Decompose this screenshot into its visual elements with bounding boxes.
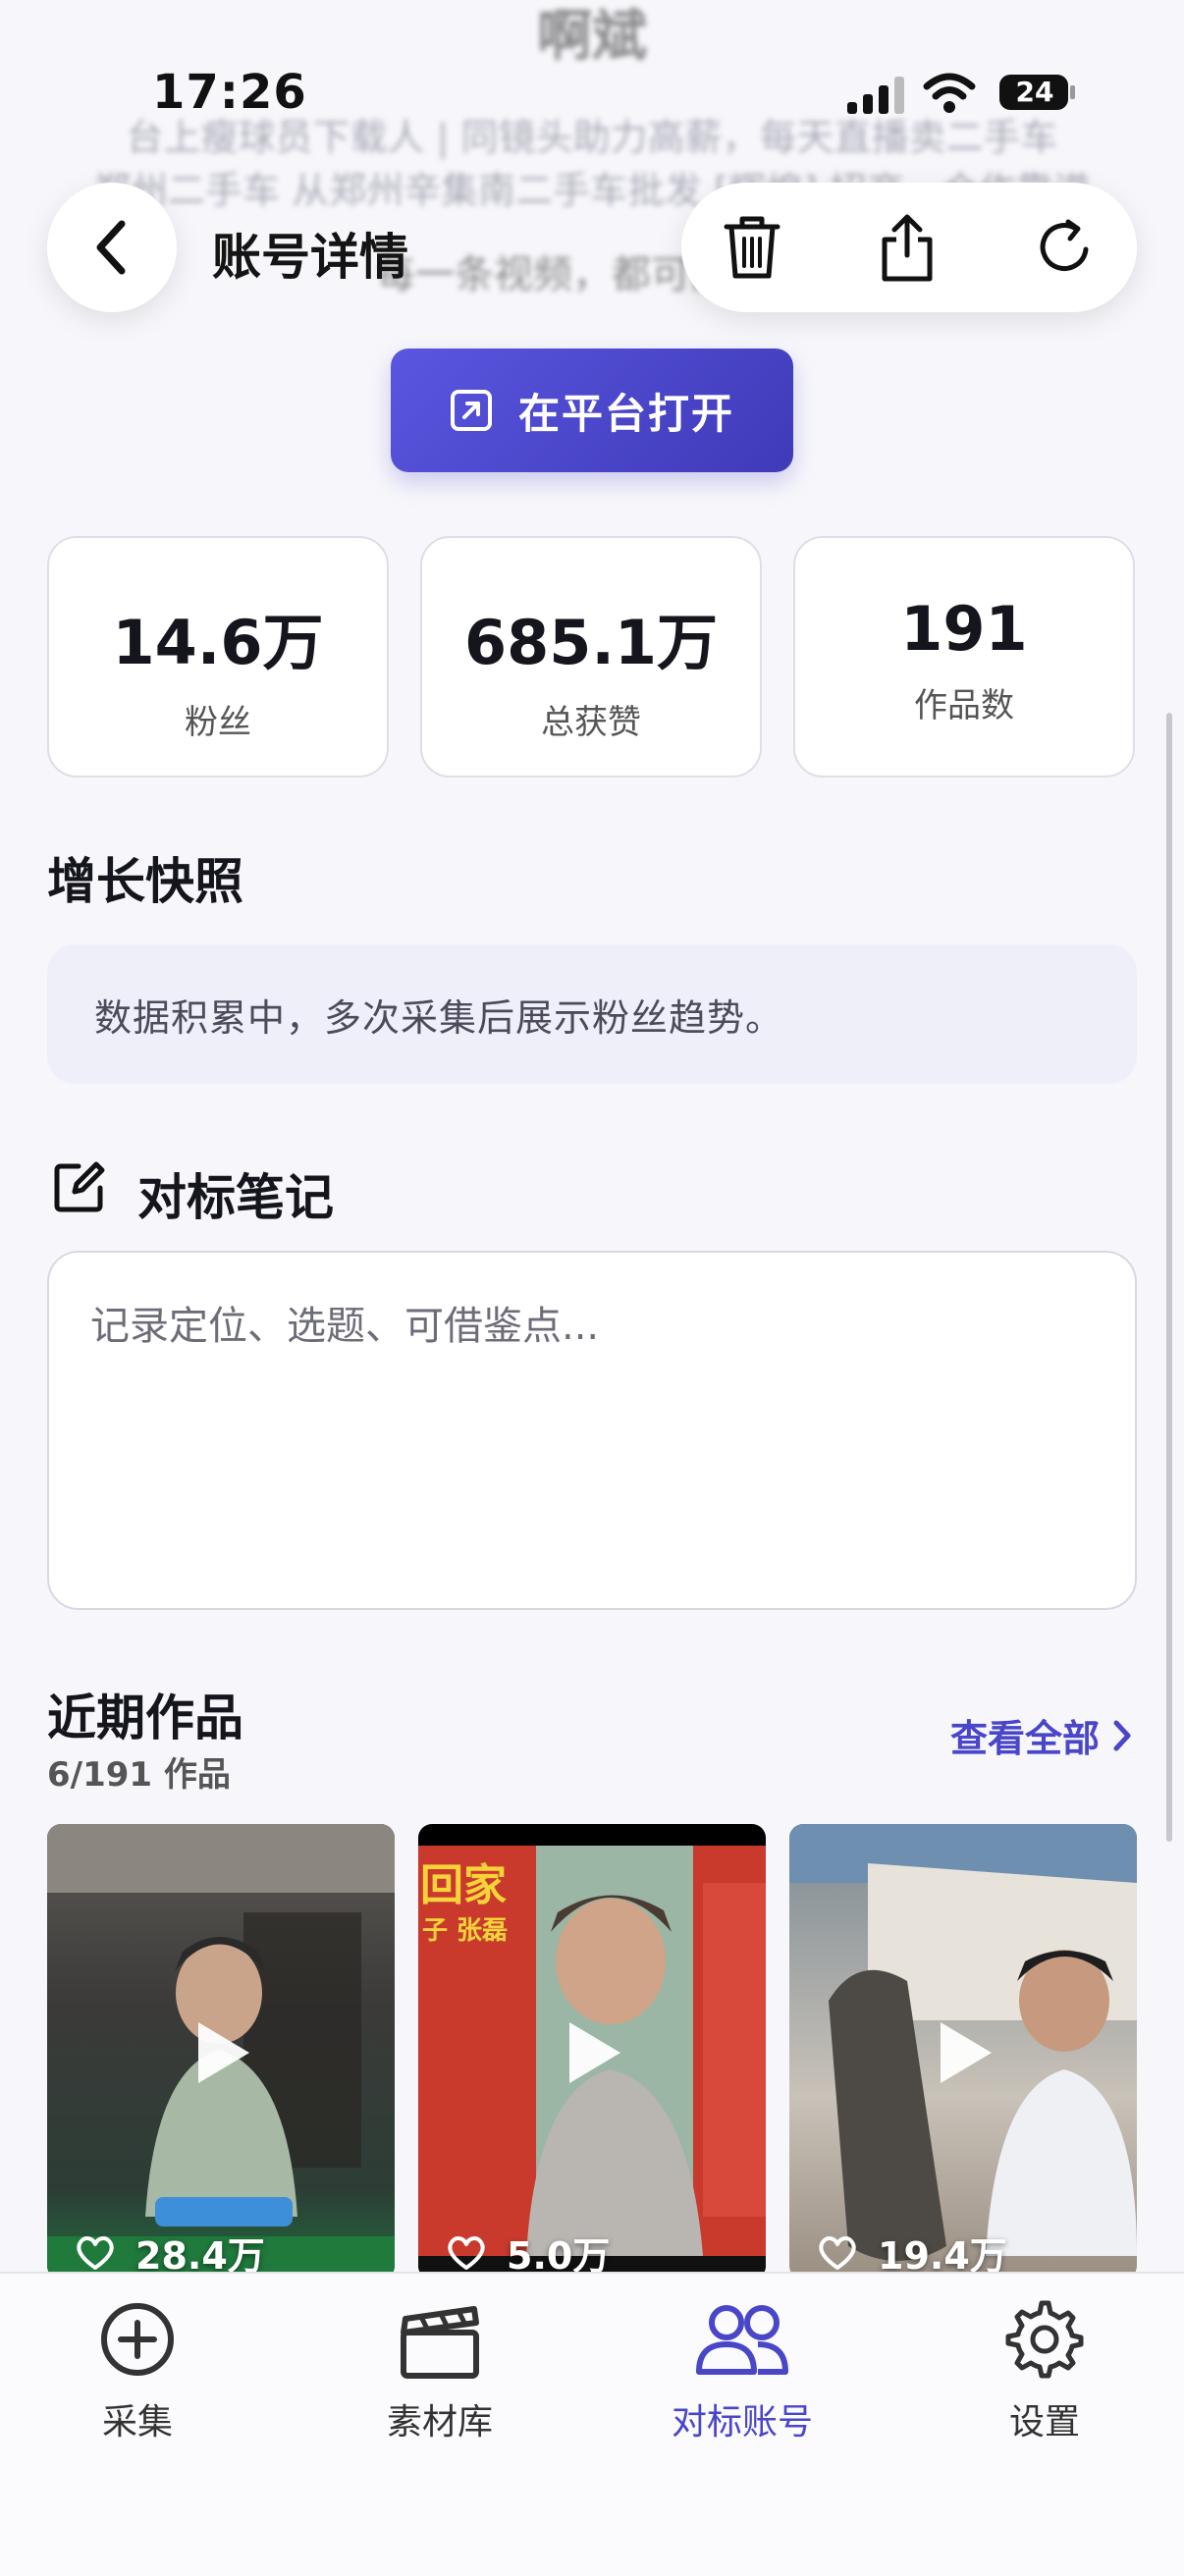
stat-card-works: 191 作品数 bbox=[793, 536, 1135, 778]
heart-icon bbox=[77, 2235, 114, 2270]
battery-level: 24 bbox=[1015, 76, 1054, 108]
heart-icon bbox=[448, 2235, 485, 2270]
play-icon bbox=[198, 2022, 249, 2083]
play-icon bbox=[941, 2022, 992, 2083]
stat-value: 191 bbox=[900, 593, 1028, 665]
share-button[interactable] bbox=[872, 212, 942, 283]
poster-subtext: 子 张磊 bbox=[422, 1916, 509, 1946]
works-section-title: 近期作品 bbox=[47, 1690, 243, 1746]
stat-label: 作品数 bbox=[914, 686, 1014, 725]
refresh-icon bbox=[1040, 219, 1089, 271]
status-time: 17:26 bbox=[152, 65, 307, 120]
action-group bbox=[681, 183, 1137, 312]
notes-section-title: 对标笔记 bbox=[137, 1169, 334, 1226]
tab-label: 设置 bbox=[1008, 2402, 1080, 2442]
back-button[interactable] bbox=[47, 183, 177, 312]
share-icon bbox=[882, 214, 933, 282]
chevron-right-icon bbox=[1113, 1720, 1131, 1750]
stat-card-likes: 685.1万 总获赞 bbox=[420, 536, 762, 778]
gear-icon bbox=[1005, 2300, 1084, 2379]
notes-textarea[interactable] bbox=[47, 1251, 1137, 1610]
battery-icon: 24 bbox=[997, 71, 1078, 114]
delete-button[interactable] bbox=[717, 212, 787, 283]
video-thumbnail[interactable]: 19.4万 bbox=[789, 1824, 1137, 2280]
users-icon bbox=[696, 2305, 788, 2375]
video-thumbnail[interactable]: 28.4万 bbox=[47, 1824, 395, 2280]
works-count: 6/191 作品 bbox=[47, 1755, 231, 1795]
open-on-platform-label: 在平台打开 bbox=[517, 389, 734, 438]
tab-label: 对标账号 bbox=[671, 2402, 813, 2442]
video-thumbnail[interactable]: 回家 子 张磊 5.0万 bbox=[418, 1824, 766, 2280]
tab-benchmark-accounts[interactable]: 对标账号 bbox=[624, 2295, 860, 2444]
growth-section-title: 增长快照 bbox=[47, 853, 243, 910]
cellular-signal-icon bbox=[847, 77, 904, 114]
background-title: 啊斌 bbox=[537, 5, 647, 69]
open-on-platform-button[interactable]: 在平台打开 bbox=[391, 349, 793, 472]
tab-collect[interactable]: 采集 bbox=[20, 2295, 255, 2444]
stat-value: 685.1万 bbox=[463, 607, 719, 678]
refresh-button[interactable] bbox=[1031, 212, 1102, 283]
play-icon bbox=[569, 2022, 620, 2083]
poster-text: 回家 bbox=[420, 1860, 507, 1910]
heart-icon bbox=[819, 2235, 856, 2270]
edit-note-icon bbox=[54, 1161, 105, 1212]
wifi-icon bbox=[923, 73, 976, 113]
growth-placeholder: 数据积累中，多次采集后展示粉丝趋势。 bbox=[47, 944, 1137, 1084]
stat-value: 14.6万 bbox=[112, 607, 324, 678]
stat-label: 总获赞 bbox=[541, 703, 641, 742]
chevron-left-icon bbox=[96, 220, 126, 275]
tab-settings[interactable]: 设置 bbox=[927, 2295, 1162, 2444]
see-all-label: 查看全部 bbox=[950, 1717, 1101, 1760]
clapperboard-icon bbox=[401, 2306, 479, 2379]
plus-circle-icon bbox=[101, 2303, 174, 2376]
stat-card-followers: 14.6万 粉丝 bbox=[47, 536, 389, 778]
see-all-link[interactable]: 查看全部 bbox=[950, 1708, 1133, 1762]
tab-label: 采集 bbox=[101, 2402, 173, 2442]
trash-icon bbox=[724, 216, 780, 279]
scrollbar[interactable] bbox=[1166, 713, 1172, 1842]
external-link-icon bbox=[450, 390, 492, 431]
tab-label: 素材库 bbox=[386, 2402, 493, 2442]
tab-material-library[interactable]: 素材库 bbox=[322, 2295, 558, 2444]
page-title: 账号详情 bbox=[212, 229, 408, 286]
stat-label: 粉丝 bbox=[185, 703, 251, 742]
